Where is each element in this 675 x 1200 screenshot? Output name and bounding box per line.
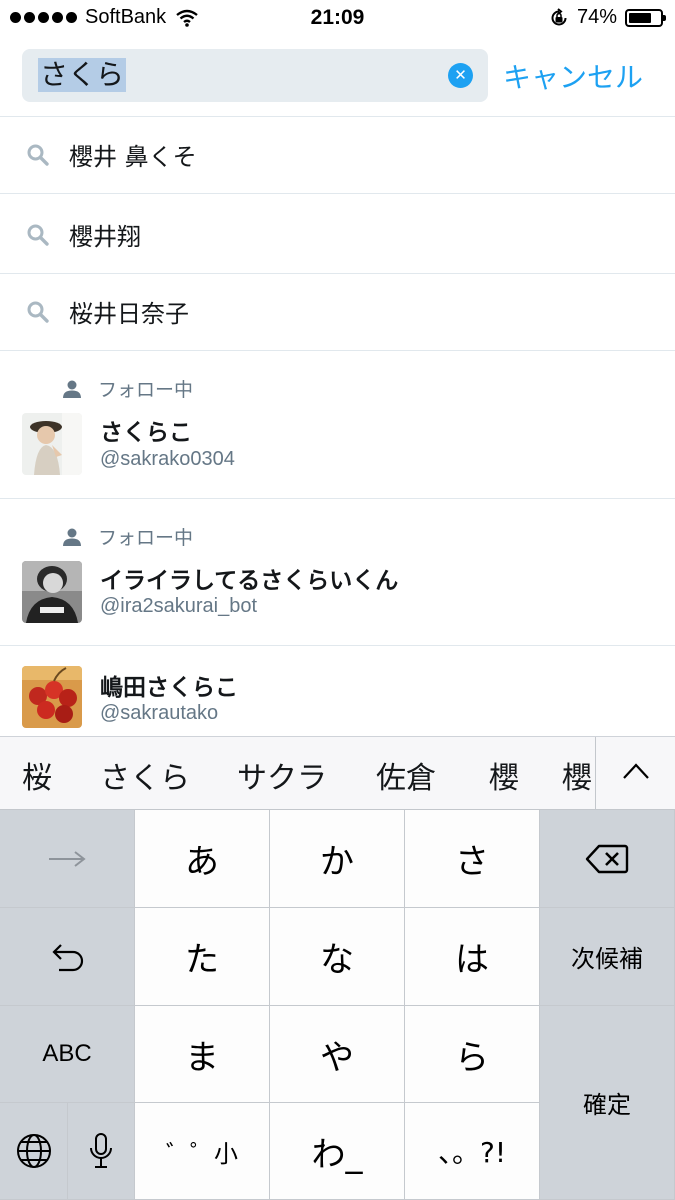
- person-icon: [63, 380, 81, 398]
- suggestion-text: 櫻井 鼻くそ: [69, 143, 197, 171]
- user-name: さくらこ: [100, 420, 192, 446]
- candidate-item[interactable]: さくら: [100, 753, 190, 797]
- candidate-item[interactable]: サクラ: [237, 753, 327, 797]
- microphone-icon: [90, 1133, 112, 1168]
- candidate-item[interactable]: 櫻: [562, 753, 595, 797]
- key-ra[interactable]: ら: [405, 1006, 540, 1103]
- next-candidate-button[interactable]: 次候補: [540, 908, 675, 1006]
- key-punctuation-label: 、。?!: [437, 1136, 507, 1169]
- suggestion-item[interactable]: 桜井日奈子: [0, 274, 675, 351]
- search-icon: [27, 224, 49, 246]
- candidate-bar: 桜 さくら サクラ 佐倉 櫻 櫻: [0, 736, 675, 811]
- search-icon: [27, 144, 49, 166]
- following-label: フォロー中: [98, 379, 194, 401]
- delete-button[interactable]: [540, 810, 675, 908]
- suggestion-item[interactable]: 櫻井 鼻くそ: [0, 117, 675, 194]
- user-row[interactable]: フォロー中 さくらこ @sakrako0304: [0, 351, 675, 499]
- orientation-lock-icon: [551, 7, 567, 25]
- globe-icon: [16, 1134, 51, 1168]
- globe-key[interactable]: [0, 1103, 68, 1200]
- search-icon: [27, 301, 49, 323]
- confirm-button[interactable]: 確定: [540, 1006, 675, 1200]
- user-row[interactable]: 嶋田さくらこ @sakrautako: [0, 646, 675, 736]
- undo-icon: [52, 943, 84, 971]
- avatar[interactable]: [22, 666, 82, 728]
- key-na[interactable]: な: [270, 908, 405, 1006]
- key-sa[interactable]: さ: [405, 810, 540, 908]
- suggestion-text: 桜井日奈子: [69, 300, 189, 328]
- key-ka[interactable]: か: [270, 810, 405, 908]
- key-punctuation[interactable]: 、。?!: [405, 1103, 540, 1200]
- key-wa-label: わ_: [311, 1134, 363, 1175]
- arrow-right-icon: [49, 850, 86, 867]
- delete-icon: [585, 844, 629, 873]
- mic-key[interactable]: [68, 1103, 135, 1200]
- chevron-up-icon[interactable]: [622, 761, 650, 781]
- clear-circle-icon[interactable]: ✕: [448, 63, 473, 88]
- status-bar: SoftBank 21:09 74%: [0, 0, 675, 38]
- search-bar: さくら ✕ キャンセル: [0, 38, 675, 117]
- user-name: 嶋田さくらこ: [100, 675, 238, 701]
- key-wa[interactable]: わ_: [270, 1103, 405, 1200]
- following-label: フォロー中: [98, 527, 194, 549]
- user-handle: @sakrautako: [100, 702, 219, 724]
- suggestion-item[interactable]: 櫻井翔: [0, 197, 675, 274]
- search-input[interactable]: さくら ✕: [22, 49, 488, 102]
- avatar[interactable]: [22, 413, 82, 475]
- status-right: 74%: [549, 6, 666, 29]
- candidate-item[interactable]: 桜: [22, 753, 52, 797]
- cancel-button[interactable]: キャンセル: [503, 56, 643, 96]
- next-char-key[interactable]: [0, 810, 135, 908]
- candidate-item[interactable]: 佐倉: [376, 753, 436, 797]
- key-ma[interactable]: ま: [135, 1006, 270, 1103]
- key-dakuten[interactable]: ゛゜小: [135, 1103, 270, 1200]
- key-a[interactable]: あ: [135, 810, 270, 908]
- person-icon: [63, 528, 81, 546]
- suggestion-text: 櫻井翔: [69, 223, 141, 251]
- candidate-item[interactable]: 櫻: [489, 753, 519, 797]
- user-handle: @sakrako0304: [100, 448, 235, 470]
- key-ta[interactable]: た: [135, 908, 270, 1006]
- user-handle: @ira2sakurai_bot: [100, 595, 258, 617]
- key-dakuten-label: ゛゜小: [166, 1139, 238, 1168]
- user-row[interactable]: フォロー中 イライラしてるさくらいくん @ira2sakurai_bot: [0, 499, 675, 646]
- key-ha[interactable]: は: [405, 908, 540, 1006]
- abc-key[interactable]: ABC: [0, 1006, 135, 1103]
- battery-icon: [625, 8, 666, 27]
- battery-percent: 74%: [576, 6, 617, 28]
- keyboard: あ か さ た な は 次候補 ABC ま や ら 確定 ゛゜小 わ_ 、。?!: [0, 810, 675, 1200]
- following-context: フォロー中: [62, 523, 193, 550]
- key-ya[interactable]: や: [270, 1006, 405, 1103]
- user-name: イライラしてるさくらいくん: [100, 568, 399, 594]
- avatar[interactable]: [22, 561, 82, 623]
- undo-key[interactable]: [0, 908, 135, 1006]
- following-context: フォロー中: [62, 375, 193, 402]
- candidate-divider: [595, 737, 596, 811]
- search-query-text[interactable]: さくら: [38, 58, 127, 92]
